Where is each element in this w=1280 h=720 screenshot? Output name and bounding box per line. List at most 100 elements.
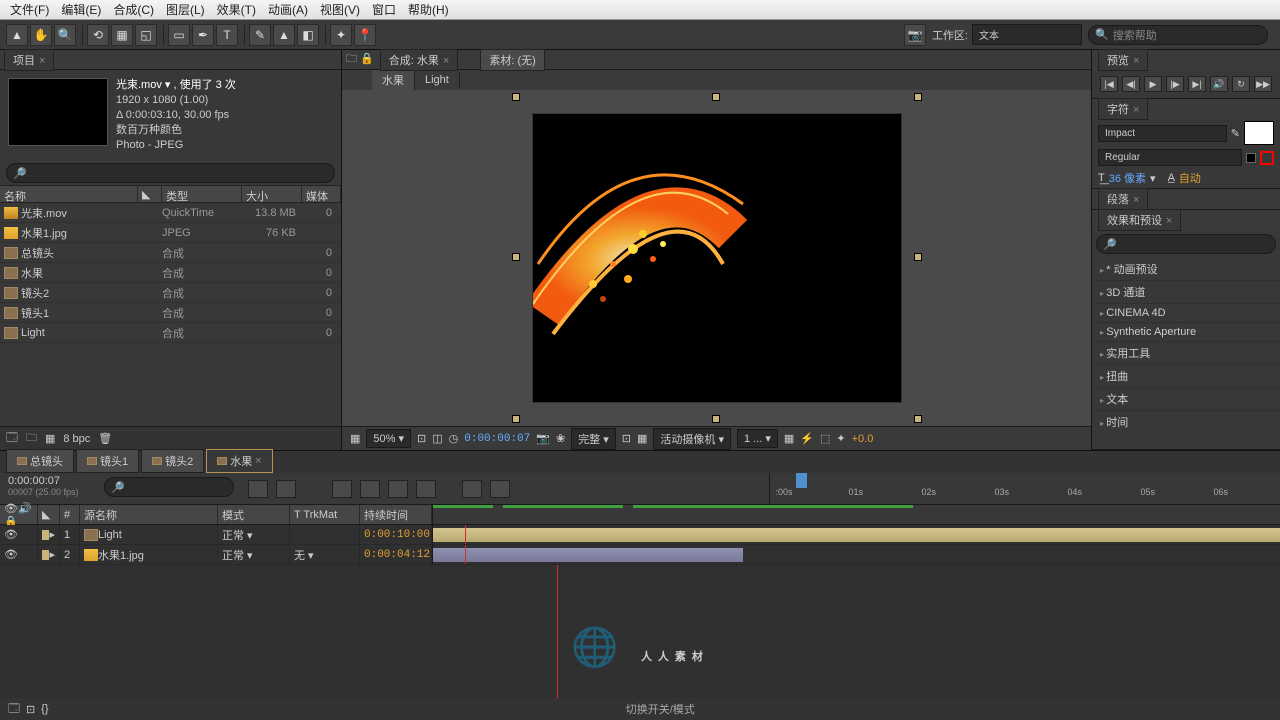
- effects-search[interactable]: 🔎: [1096, 234, 1276, 254]
- aspect-icon[interactable]: ⊡: [417, 432, 426, 445]
- resolution-select[interactable]: 完整 ▾: [571, 428, 616, 450]
- menu-edit[interactable]: 编辑(E): [55, 1, 107, 18]
- next-frame-button[interactable]: |▶: [1166, 76, 1184, 92]
- layer-list[interactable]: 👁 ▸1 Light正常 ▾0:00:10:00👁 ▸2 水果1.jpg正常 ▾…: [0, 525, 1280, 565]
- paragraph-tab[interactable]: 段落×: [1098, 188, 1148, 210]
- exposure[interactable]: +0.0: [852, 433, 874, 445]
- ram-preview-button[interactable]: ▶▶: [1254, 76, 1272, 92]
- frame-blend-button[interactable]: [388, 480, 408, 498]
- fx-button[interactable]: [360, 480, 380, 498]
- menu-effect[interactable]: 效果(T): [211, 1, 262, 18]
- loop-button[interactable]: ↻: [1232, 76, 1250, 92]
- tl-btn-x[interactable]: [490, 480, 510, 498]
- motion-blur-button[interactable]: [416, 480, 436, 498]
- effect-category[interactable]: 扭曲: [1092, 365, 1280, 388]
- leading[interactable]: 自动: [1179, 170, 1201, 186]
- font-size[interactable]: 36 像素: [1109, 170, 1146, 186]
- effects-list[interactable]: * 动画预设3D 通道CINEMA 4DSynthetic Aperture实用…: [1092, 258, 1280, 428]
- toggle-icon-2[interactable]: ⊡: [26, 703, 35, 716]
- fast-icon[interactable]: ⚡: [800, 432, 814, 445]
- viewer-timecode[interactable]: 0:00:00:07: [464, 433, 530, 445]
- menu-window[interactable]: 窗口: [366, 1, 402, 18]
- effect-category[interactable]: CINEMA 4D: [1092, 304, 1280, 323]
- pixel-icon[interactable]: ▦: [784, 432, 794, 445]
- layer-row[interactable]: 👁 ▸1 Light正常 ▾0:00:10:00: [0, 525, 1280, 545]
- bpc-button[interactable]: 8 bpc: [63, 433, 90, 445]
- help-search[interactable]: 🔍 搜索帮助: [1088, 25, 1268, 45]
- menu-help[interactable]: 帮助(H): [402, 1, 455, 18]
- workspace-select[interactable]: 文本: [972, 24, 1082, 45]
- menu-file[interactable]: 文件(F): [4, 1, 55, 18]
- time-icon[interactable]: ◷: [449, 432, 459, 445]
- tl-btn-1[interactable]: [248, 480, 268, 498]
- project-item[interactable]: 镜头1合成0: [0, 303, 341, 323]
- viewer-tab-1[interactable]: 水果: [372, 70, 415, 90]
- roi-icon[interactable]: ⊡: [622, 432, 631, 445]
- toggle-switches[interactable]: 切换开关/模式: [49, 701, 1272, 717]
- timeline-tab[interactable]: 总镜头: [6, 449, 74, 473]
- effects-tab[interactable]: 效果和预设×: [1098, 209, 1181, 231]
- orbit-tool[interactable]: ⟲: [87, 24, 109, 46]
- track-tool[interactable]: ◱: [135, 24, 157, 46]
- time-ruler[interactable]: :00s01s02s03s04s05s06s07s08s09s10s: [769, 473, 1280, 504]
- project-item[interactable]: 镜头2合成0: [0, 283, 341, 303]
- timeline-tab[interactable]: 镜头2: [141, 449, 204, 473]
- hand-tool[interactable]: ✋: [30, 24, 52, 46]
- eyedropper-icon[interactable]: ✎: [1231, 127, 1240, 140]
- menu-view[interactable]: 视图(V): [314, 1, 366, 18]
- roto-tool[interactable]: ✦: [330, 24, 352, 46]
- menu-anim[interactable]: 动画(A): [262, 1, 314, 18]
- project-item[interactable]: 总镜头合成0: [0, 243, 341, 263]
- zoom-tool[interactable]: 🔍: [54, 24, 76, 46]
- audio-button[interactable]: 🔊: [1210, 76, 1228, 92]
- effect-category[interactable]: 实用工具: [1092, 342, 1280, 365]
- timeline-tab[interactable]: 镜头1: [76, 449, 139, 473]
- clone-tool[interactable]: ▲: [273, 24, 295, 46]
- project-item[interactable]: 光束.movQuickTime13.8 MB0: [0, 203, 341, 223]
- style-select[interactable]: Regular: [1098, 149, 1242, 166]
- effect-category[interactable]: Synthetic Aperture: [1092, 323, 1280, 342]
- project-tab[interactable]: 项目×: [4, 49, 54, 71]
- current-time[interactable]: 0:00:00:07 00007 (25.00 fps): [0, 473, 100, 504]
- selection-tool[interactable]: ▲: [6, 24, 28, 46]
- folder-icon[interactable]: 🗀: [26, 429, 37, 448]
- grid-icon[interactable]: ▦: [350, 432, 360, 445]
- effect-category[interactable]: 文本: [1092, 388, 1280, 411]
- 3d-icon[interactable]: ⬚: [820, 432, 830, 445]
- effect-category[interactable]: 3D 通道: [1092, 281, 1280, 304]
- stroke-color[interactable]: [1246, 153, 1256, 163]
- timeline-search[interactable]: 🔎: [104, 477, 234, 497]
- text-tool[interactable]: T: [216, 24, 238, 46]
- zoom-select[interactable]: 50% ▾: [366, 429, 411, 448]
- rect-tool[interactable]: ▭: [168, 24, 190, 46]
- footage-tab[interactable]: 素材: (无): [480, 49, 544, 71]
- project-item[interactable]: Light合成0: [0, 323, 341, 343]
- no-stroke-icon[interactable]: [1260, 151, 1274, 165]
- timeline-tab[interactable]: 水果 ×: [206, 449, 272, 473]
- trash-icon[interactable]: 🗑: [98, 432, 112, 445]
- effect-category[interactable]: 时间: [1092, 411, 1280, 428]
- puppet-tool[interactable]: 📍: [354, 24, 376, 46]
- mask-icon[interactable]: ◫: [432, 432, 442, 445]
- channel-icon[interactable]: ❀: [556, 432, 565, 445]
- renderer-icon[interactable]: ✦: [836, 432, 845, 445]
- viewer-tab-2[interactable]: Light: [415, 72, 460, 88]
- eraser-tool[interactable]: ◧: [297, 24, 319, 46]
- snapshot-icon[interactable]: 📷: [536, 432, 550, 445]
- preview-tab[interactable]: 预览×: [1098, 49, 1148, 71]
- comp-tab[interactable]: 合成: 水果×: [380, 49, 459, 71]
- last-frame-button[interactable]: ▶|: [1188, 76, 1206, 92]
- font-select[interactable]: Impact: [1098, 125, 1227, 142]
- interpret-icon[interactable]: 🗔: [6, 429, 18, 448]
- transparency-icon[interactable]: ▦: [637, 432, 647, 445]
- prev-frame-button[interactable]: ◀|: [1122, 76, 1140, 92]
- pan-tool[interactable]: ▦: [111, 24, 133, 46]
- views-select[interactable]: 1 ... ▾: [737, 429, 778, 448]
- brush-tool[interactable]: ✎: [249, 24, 271, 46]
- shy-button[interactable]: [332, 480, 352, 498]
- project-item[interactable]: 水果合成0: [0, 263, 341, 283]
- layer-row[interactable]: 👁 ▸2 水果1.jpg正常 ▾无 ▾0:00:04:12: [0, 545, 1280, 565]
- camera-select[interactable]: 活动摄像机 ▾: [653, 428, 731, 450]
- first-frame-button[interactable]: |◀: [1100, 76, 1118, 92]
- menu-layer[interactable]: 图层(L): [160, 1, 211, 18]
